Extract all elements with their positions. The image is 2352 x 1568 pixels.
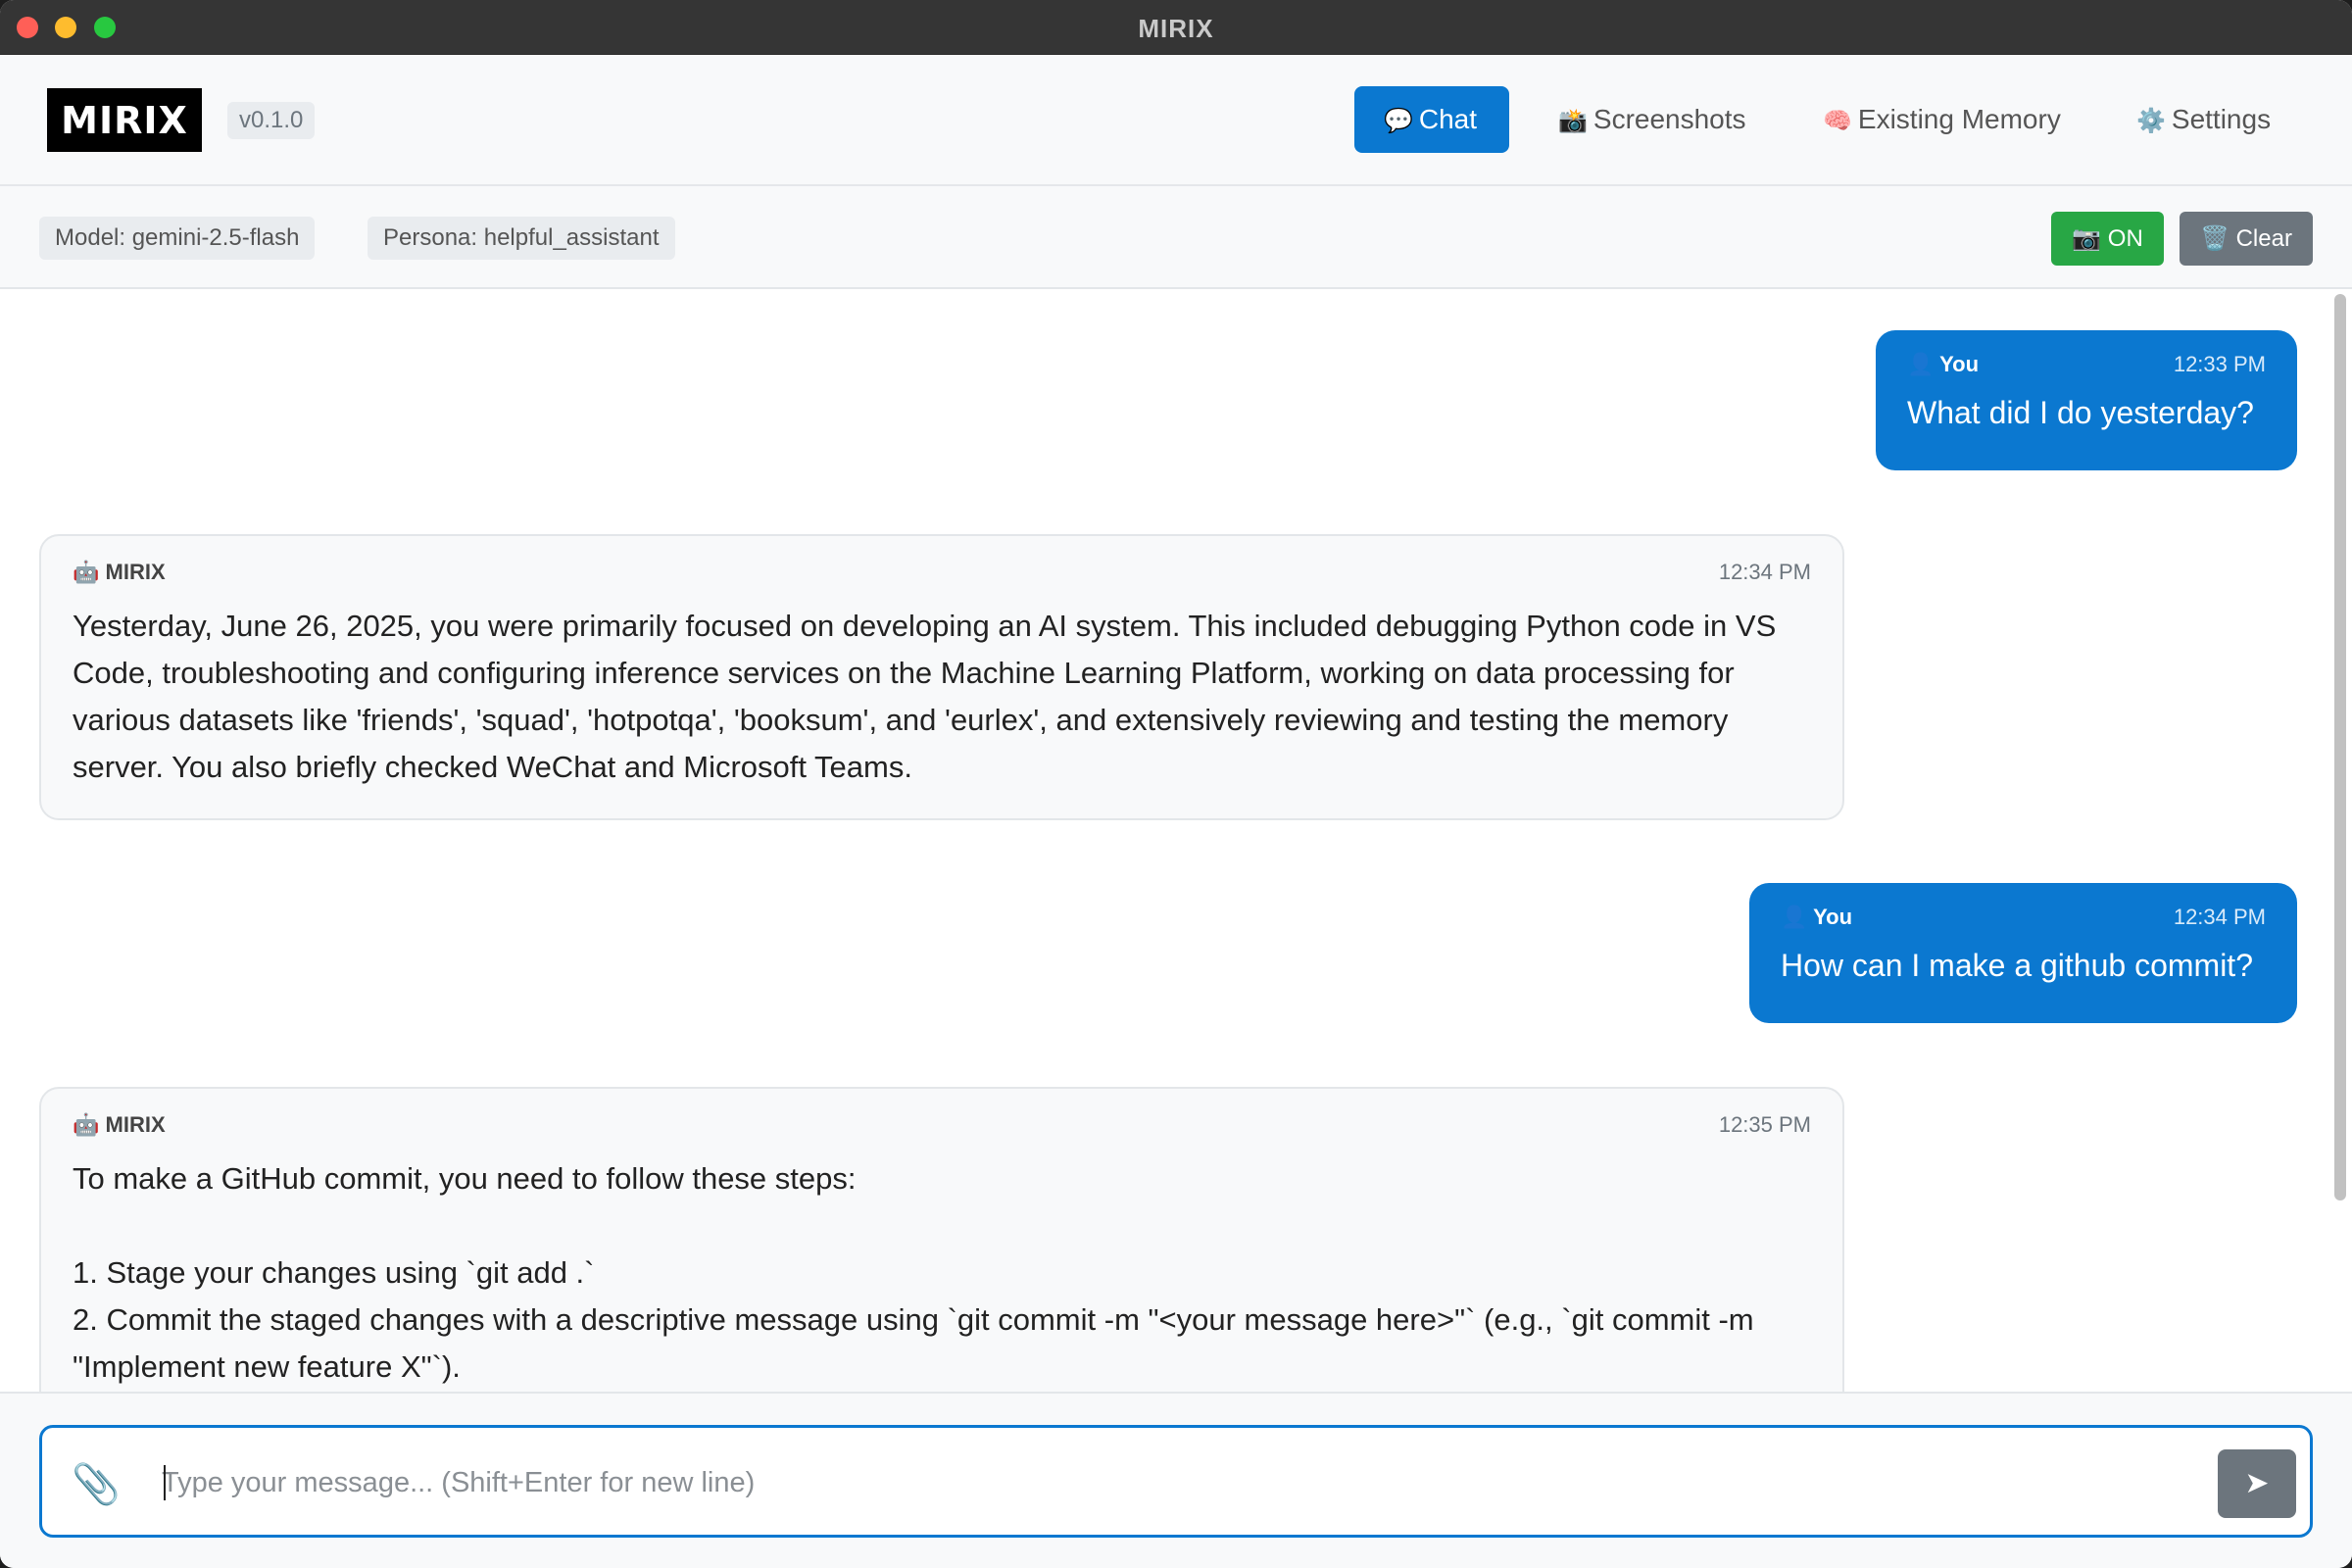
version-badge: v0.1.0 [227,102,316,139]
title-bar: MIRIX [0,0,2352,55]
gear-icon: ⚙️ [2136,108,2166,134]
screenshot-toggle-button[interactable]: 📷 ON [2051,212,2164,266]
tab-label: Screenshots [1592,104,1746,134]
tab-existing-memory[interactable]: 🧠 Existing Memory [1793,86,2090,153]
message-time: 12:34 PM [2173,905,2266,929]
message-step: 1. Stage your changes using `git add .` [73,1255,595,1290]
model-badge: Model: gemini-2.5-flash [39,217,316,260]
chat-messages[interactable]: 👤 You 12:33 PM What did I do yesterday? … [0,289,2352,1392]
trash-icon: 🗑️ [2200,225,2230,252]
send-arrow-icon: ➤ [2244,1467,2270,1499]
tab-label: Existing Memory [1857,104,2061,134]
tab-settings[interactable]: ⚙️ Settings [2107,86,2300,153]
send-button[interactable]: ➤ [2218,1449,2296,1518]
message-sender: 👤 You [1781,905,1853,929]
message-step: 2. Commit the staged changes with a desc… [73,1302,1754,1384]
camera-icon: 📸 [1558,108,1588,134]
camera-icon: 📷 [2072,225,2102,252]
message-text: How can I make a github commit? [1781,948,2253,983]
persona-badge: Persona: helpful_assistant [368,217,675,260]
logo-text: MIRIX [61,98,188,142]
paperclip-icon[interactable]: 📎 [72,1461,121,1507]
message-sender: 🤖 MIRIX [73,560,166,584]
assistant-message: 🤖 MIRIX 12:34 PM Yesterday, June 26, 202… [39,534,1844,820]
mirix-logo: MIRIX [47,88,202,152]
message-text: What did I do yesterday? [1907,395,2254,430]
text-cursor [164,1465,166,1500]
brain-icon: 🧠 [1823,108,1852,134]
tab-screenshots[interactable]: 📸 Screenshots [1529,86,1776,153]
message-sender: 👤 You [1907,352,1980,376]
robot-icon: 🤖 [73,560,100,584]
message-sender: 🤖 MIRIX [73,1112,166,1137]
tab-label: Settings [2171,104,2272,134]
assistant-message: 🤖 MIRIX 12:35 PM To make a GitHub commit… [39,1087,1844,1392]
app-window: MIRIX MIRIX v0.1.0 💬 Chat 📸 Screenshots 🧠 E… [0,0,2352,1568]
message-time: 12:34 PM [1718,560,1811,584]
message-time: 12:33 PM [2173,352,2266,376]
tab-chat[interactable]: 💬 Chat [1354,86,1509,153]
tab-label: Chat [1418,104,1478,134]
user-icon: 👤 [1781,905,1808,929]
toggle-label: ON [2107,225,2143,252]
message-intro: To make a GitHub commit, you need to fol… [73,1161,857,1196]
clear-label: Clear [2235,225,2292,252]
speech-bubble-icon: 💬 [1384,108,1413,134]
window-title: MIRIX [1138,14,1214,43]
chat-toolbar: Model: gemini-2.5-flash Persona: helpful… [0,186,2352,289]
user-message: 👤 You 12:33 PM What did I do yesterday? [1876,330,2297,470]
message-input-container: 📎 ➤ [39,1425,2313,1538]
message-input[interactable] [162,1455,2200,1510]
clear-button[interactable]: 🗑️ Clear [2180,212,2313,266]
robot-icon: 🤖 [73,1112,100,1137]
message-text: To make a GitHub commit, you need to fol… [73,1155,1811,1391]
user-message: 👤 You 12:34 PM How can I make a github c… [1749,883,2297,1023]
message-text: Yesterday, June 26, 2025, you were prima… [73,609,1777,784]
user-icon: 👤 [1907,352,1935,376]
chat-scrollbar[interactable] [2334,294,2346,1200]
message-input-bar: 📎 ➤ [0,1392,2352,1568]
app-header: MIRIX v0.1.0 💬 Chat 📸 Screenshots 🧠 Existin… [0,55,2352,186]
message-time: 12:35 PM [1718,1112,1811,1137]
